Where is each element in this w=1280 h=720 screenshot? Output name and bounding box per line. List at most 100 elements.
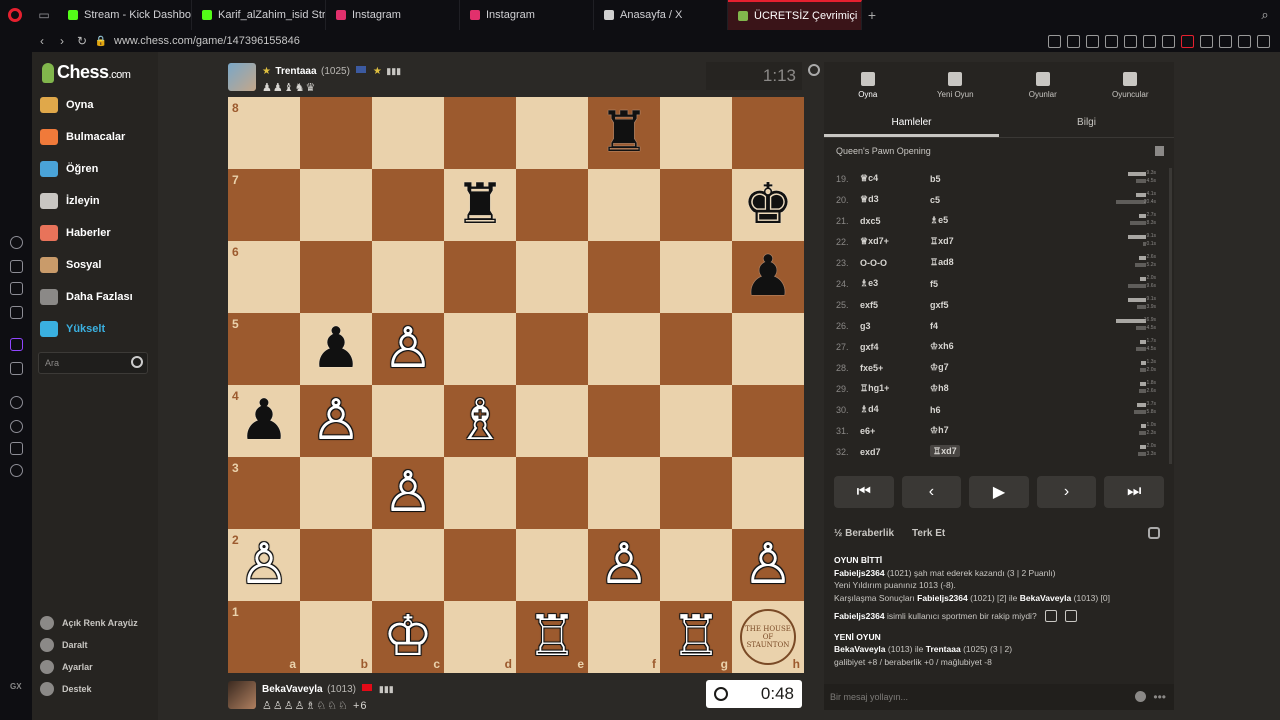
- sidebar-item-6[interactable]: Daha Fazlası: [40, 286, 133, 308]
- avatar[interactable]: [228, 681, 256, 709]
- vpn-icon[interactable]: [1086, 34, 1099, 48]
- prev-move-button[interactable]: ‹: [901, 476, 962, 508]
- browser-tab[interactable]: Stream - Kick Dashboard: [58, 0, 192, 30]
- extension-icon[interactable]: [1181, 34, 1194, 48]
- bottom-player-name[interactable]: BekaVaveyla: [262, 684, 323, 695]
- square-f5[interactable]: [588, 313, 660, 385]
- square-b2[interactable]: [300, 529, 372, 601]
- square-a8[interactable]: 8: [228, 97, 300, 169]
- square-d1[interactable]: d: [444, 601, 516, 673]
- player-icon[interactable]: [10, 260, 23, 273]
- forward-icon[interactable]: ›: [52, 34, 72, 48]
- black-move[interactable]: ♖xd7: [930, 445, 1000, 457]
- square-g4[interactable]: [660, 385, 732, 457]
- browser-tab[interactable]: Instagram: [460, 0, 594, 30]
- x-icon[interactable]: [10, 362, 23, 375]
- square-f4[interactable]: [588, 385, 660, 457]
- square-c1[interactable]: c ♔: [372, 601, 444, 673]
- square-c7[interactable]: [372, 169, 444, 241]
- square-h6[interactable]: ♟: [732, 241, 804, 313]
- player-play-icon[interactable]: [10, 396, 23, 409]
- board-settings-icon[interactable]: [808, 64, 820, 76]
- chess-piece-c3[interactable]: ♙: [383, 465, 433, 521]
- square-e7[interactable]: [516, 169, 588, 241]
- chess-piece-e1[interactable]: ♖: [527, 609, 577, 665]
- square-d3[interactable]: [444, 457, 516, 529]
- square-g6[interactable]: [660, 241, 732, 313]
- chat-player-name[interactable]: Fabieljs2364: [834, 610, 885, 623]
- sidebar-item-3[interactable]: İzleyin: [40, 190, 100, 212]
- panel-subtab[interactable]: Bilgi: [999, 108, 1174, 137]
- square-g2[interactable]: [660, 529, 732, 601]
- scrollbar[interactable]: [1169, 168, 1172, 464]
- square-f6[interactable]: [588, 241, 660, 313]
- puzzle-icon[interactable]: [1200, 34, 1213, 48]
- chess-piece-h7[interactable]: ♚: [743, 177, 793, 233]
- profile-icon[interactable]: [1238, 34, 1251, 48]
- square-b8[interactable]: [300, 97, 372, 169]
- white-move[interactable]: dxc5: [860, 216, 930, 226]
- square-h5[interactable]: [732, 313, 804, 385]
- square-h1[interactable]: h THE HOUSE OF STAUNTON: [732, 601, 804, 673]
- chat-input[interactable]: Bir mesaj yollayın... •••: [824, 684, 1174, 710]
- gx-icon[interactable]: GX: [10, 682, 22, 691]
- browser-tab[interactable]: Karif_alZahim_isid Stream: [192, 0, 326, 30]
- black-move[interactable]: ♔h8: [930, 383, 1000, 394]
- search-tabs-icon[interactable]: ⌕: [1250, 7, 1280, 23]
- white-move[interactable]: gxf4: [860, 342, 930, 352]
- browser-tab[interactable]: Instagram: [326, 0, 460, 30]
- black-move[interactable]: ♔h7: [930, 425, 1000, 436]
- black-move[interactable]: b5: [930, 174, 1000, 184]
- browser-tab[interactable]: Anasayfa / X: [594, 0, 728, 30]
- sidebar-bottom-item[interactable]: Açık Renk Arayüz: [40, 614, 138, 632]
- square-g5[interactable]: [660, 313, 732, 385]
- white-move[interactable]: exf5: [860, 300, 930, 310]
- sidebar-bottom-item[interactable]: Daralt: [40, 636, 88, 654]
- draw-button[interactable]: ½ Beraberlik: [834, 528, 894, 539]
- square-b1[interactable]: b: [300, 601, 372, 673]
- sidebar-bottom-item[interactable]: Ayarlar: [40, 658, 93, 676]
- chat-player-name[interactable]: Fabieljs2364: [917, 593, 968, 603]
- square-d8[interactable]: [444, 97, 516, 169]
- square-b7[interactable]: [300, 169, 372, 241]
- heart-icon[interactable]: [1162, 34, 1175, 48]
- square-b5[interactable]: ♟: [300, 313, 372, 385]
- tab-menu-icon[interactable]: ▭: [30, 8, 58, 22]
- black-move[interactable]: ♗e5: [930, 215, 1000, 226]
- square-e5[interactable]: [516, 313, 588, 385]
- bookmark-icon[interactable]: [1048, 34, 1061, 48]
- square-d5[interactable]: [444, 313, 516, 385]
- opera-logo-icon[interactable]: [0, 0, 30, 30]
- square-c6[interactable]: [372, 241, 444, 313]
- messenger-icon[interactable]: [10, 306, 23, 319]
- square-h8[interactable]: [732, 97, 804, 169]
- chess-piece-h6[interactable]: ♟: [743, 249, 793, 305]
- black-move[interactable]: f4: [930, 321, 1000, 331]
- chess-piece-d4[interactable]: ♗: [455, 393, 505, 449]
- black-move[interactable]: f5: [930, 279, 1000, 289]
- pinboard-icon[interactable]: [10, 282, 23, 295]
- white-move[interactable]: ♕d3: [860, 194, 930, 205]
- sidebar-item-4[interactable]: Haberler: [40, 222, 111, 244]
- history-icon[interactable]: [10, 236, 23, 249]
- settings-icon[interactable]: [10, 464, 23, 477]
- square-f1[interactable]: f: [588, 601, 660, 673]
- emoji-icon[interactable]: [1135, 691, 1146, 702]
- white-move[interactable]: g3: [860, 321, 930, 331]
- square-e2[interactable]: [516, 529, 588, 601]
- black-move[interactable]: gxf5: [930, 300, 1000, 310]
- square-h3[interactable]: [732, 457, 804, 529]
- square-h4[interactable]: [732, 385, 804, 457]
- square-c3[interactable]: ♙: [372, 457, 444, 529]
- lock-icon[interactable]: 🔒: [92, 36, 110, 47]
- black-move[interactable]: ♖ad8: [930, 257, 1000, 268]
- chess-piece-h2[interactable]: ♙: [743, 537, 793, 593]
- square-f8[interactable]: ♜: [588, 97, 660, 169]
- square-a3[interactable]: 3: [228, 457, 300, 529]
- square-g1[interactable]: g ♖: [660, 601, 732, 673]
- first-move-button[interactable]: ⏮: [834, 476, 894, 508]
- black-move[interactable]: c5: [930, 195, 1000, 205]
- chat-player-name[interactable]: BekaVaveyla: [1020, 593, 1072, 603]
- square-d6[interactable]: [444, 241, 516, 313]
- search-input[interactable]: Ara: [38, 352, 148, 374]
